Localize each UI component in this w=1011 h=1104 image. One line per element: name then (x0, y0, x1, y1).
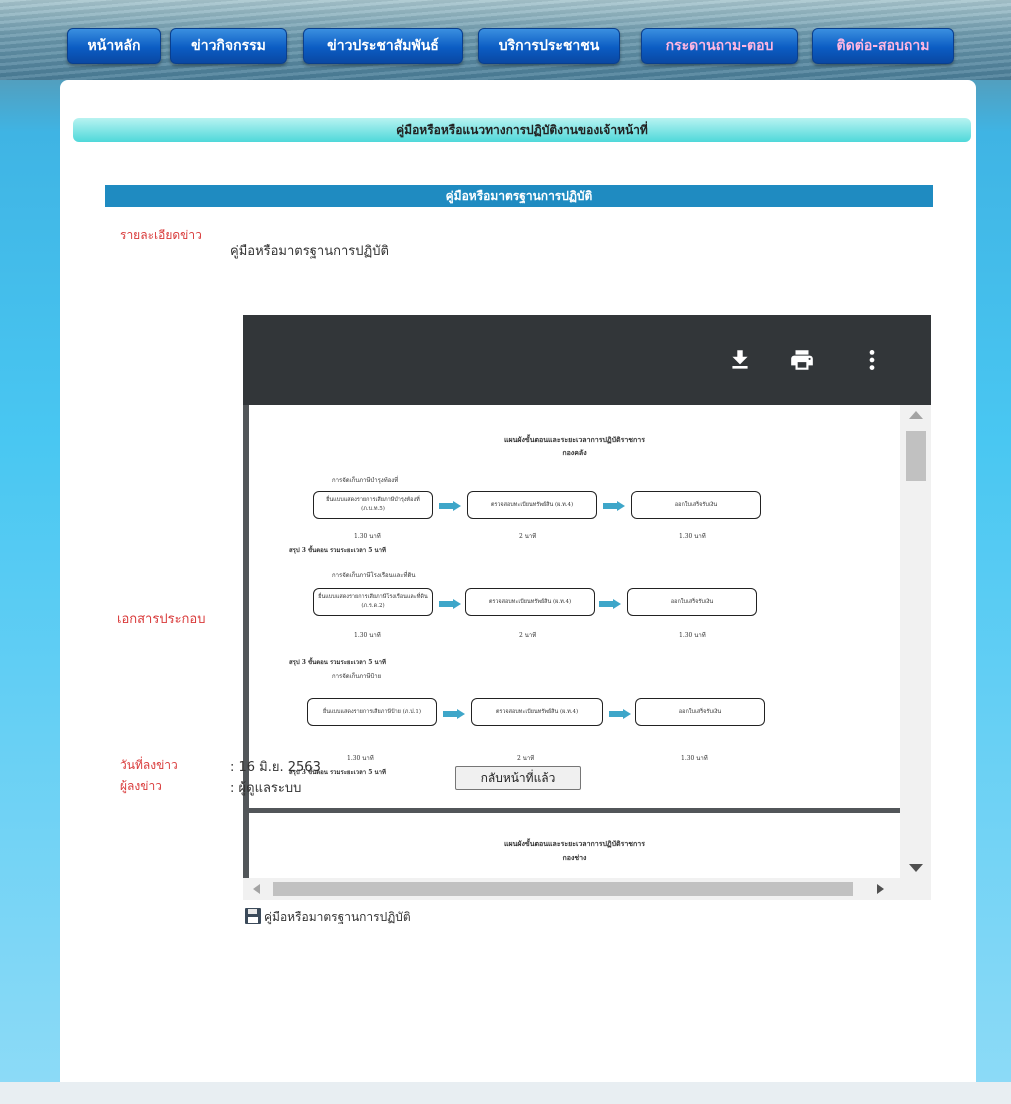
flow-step: ตรวจสอบทะเบียนทรัพย์สิน (ผ.ท.4) (467, 491, 597, 519)
step-time: 1.30 นาที (354, 533, 381, 540)
nav-home[interactable]: หน้าหลัก (67, 28, 161, 64)
arrow-icon (439, 501, 461, 511)
horizontal-scrollbar[interactable] (243, 878, 931, 900)
step-time: 1.30 นาที (681, 755, 708, 762)
step-time: 1.30 นาที (679, 632, 706, 639)
more-options-icon[interactable] (859, 347, 885, 373)
date-label: วันที่ลงข่าว (120, 758, 178, 772)
step-time: 1.30 นาที (354, 632, 381, 639)
doc-heading-line1: แผนผังขั้นตอนและระยะเวลาการปฏิบัติราชการ (504, 839, 645, 848)
author-label: ผู้ลงข่าว (120, 779, 162, 793)
attachment-link[interactable]: คู่มือหรือมาตรฐานการปฏิบัติ (264, 908, 411, 927)
detail-value: คู่มือหรือมาตรฐานการปฏิบัติ (230, 244, 389, 259)
pdf-page-2: แผนผังขั้นตอนและระยะเวลาการปฏิบัติราชการ… (249, 813, 900, 878)
section-title: การจัดเก็บภาษีป้าย (332, 673, 382, 680)
scroll-up-icon[interactable] (909, 411, 923, 419)
author-value: : ผู้ดูแลระบบ (230, 781, 302, 796)
download-icon[interactable] (727, 347, 753, 373)
arrow-icon (603, 501, 625, 511)
detail-label: รายละเอียดข่าว (120, 228, 202, 242)
taskbar-strip (0, 1082, 1011, 1104)
doc-heading-line2: กองช่าง (562, 853, 587, 862)
nav-activity-news[interactable]: ข่าวกิจกรรม (170, 28, 287, 64)
pdf-page-area[interactable]: แผนผังขั้นตอนและระยะเวลาการปฏิบัติราชการ… (249, 405, 900, 878)
step-time: 1.30 นาที (347, 755, 374, 762)
flow-step: ยื่นแบบแสดงรายการเสียภาษีโรงเรือนและที่ด… (313, 588, 433, 616)
section-title: การจัดเก็บภาษีโรงเรือนและที่ดิน (332, 572, 416, 579)
arrow-icon (609, 709, 631, 719)
arrow-icon (443, 709, 465, 719)
doc-heading-line1: แผนผังขั้นตอนและระยะเวลาการปฏิบัติราชการ (504, 435, 645, 444)
arrow-icon (439, 599, 461, 609)
flow-step: ออกใบเสร็จรับเงิน (635, 698, 765, 726)
nav-qa-board[interactable]: กระดานถาม-ตอบ (641, 28, 798, 64)
scroll-down-icon[interactable] (909, 864, 923, 872)
nav-contact[interactable]: ติดต่อ-สอบถาม (812, 28, 954, 64)
step-time: 2 นาที (519, 533, 537, 540)
flow-step: ตรวจสอบทะเบียนทรัพย์สิน (ผ.ท.4) (465, 588, 595, 616)
back-button[interactable]: กลับหน้าที่แล้ว (455, 766, 581, 790)
section-title: คู่มือหรือมาตรฐานการปฏิบัติ (105, 185, 933, 207)
section-summary: สรุป 3 ขั้นตอน รวมระยะเวลา 5 นาที (289, 547, 386, 554)
vertical-scroll-thumb[interactable] (906, 431, 926, 481)
section-title: การจัดเก็บภาษีบำรุงท้องที่ (332, 477, 399, 484)
attachment-label: เอกสารประกอบ (117, 612, 206, 627)
flow-step: ยื่นแบบแสดงรายการเสียภาษีบำรุงท้องที่ (ภ… (313, 491, 433, 519)
scroll-left-icon[interactable] (253, 884, 260, 894)
section-summary: สรุป 3 ขั้นตอน รวมระยะเวลา 5 นาที (289, 659, 386, 666)
date-value: : 16 มิ.ย. 2563 (230, 760, 321, 775)
content-panel: คู่มือหรือหรือแนวทางการปฏิบัติงานของเจ้า… (60, 80, 976, 1100)
nav-pr-news[interactable]: ข่าวประชาสัมพันธ์ (303, 28, 463, 64)
save-disk-icon (245, 908, 261, 924)
pdf-toolbar (243, 315, 931, 405)
nav-public-services[interactable]: บริการประชาชน (478, 28, 620, 64)
flow-step: ยื่นแบบแสดงรายการเสียภาษีป้าย (ภ.ป.1) (307, 698, 437, 726)
pdf-viewer[interactable]: แผนผังขั้นตอนและระยะเวลาการปฏิบัติราชการ… (243, 315, 931, 900)
main-nav: หน้าหลัก ข่าวกิจกรรม ข่าวประชาสัมพันธ์ บ… (0, 28, 1011, 68)
step-time: 2 นาที (517, 755, 535, 762)
flow-step: ออกใบเสร็จรับเงิน (631, 491, 761, 519)
page-title: คู่มือหรือหรือแนวทางการปฏิบัติงานของเจ้า… (73, 118, 971, 142)
scroll-right-icon[interactable] (877, 884, 884, 894)
doc-heading-line2: กองคลัง (562, 448, 587, 457)
horizontal-scroll-thumb[interactable] (273, 882, 853, 896)
print-icon[interactable] (789, 347, 815, 373)
flow-step: ออกใบเสร็จรับเงิน (627, 588, 757, 616)
vertical-scrollbar[interactable] (900, 405, 931, 878)
step-time: 2 นาที (519, 632, 537, 639)
step-time: 1.30 นาที (679, 533, 706, 540)
flow-step: ตรวจสอบทะเบียนทรัพย์สิน (ผ.ท.4) (471, 698, 603, 726)
pdf-page-1: แผนผังขั้นตอนและระยะเวลาการปฏิบัติราชการ… (249, 405, 900, 808)
arrow-icon (599, 599, 621, 609)
